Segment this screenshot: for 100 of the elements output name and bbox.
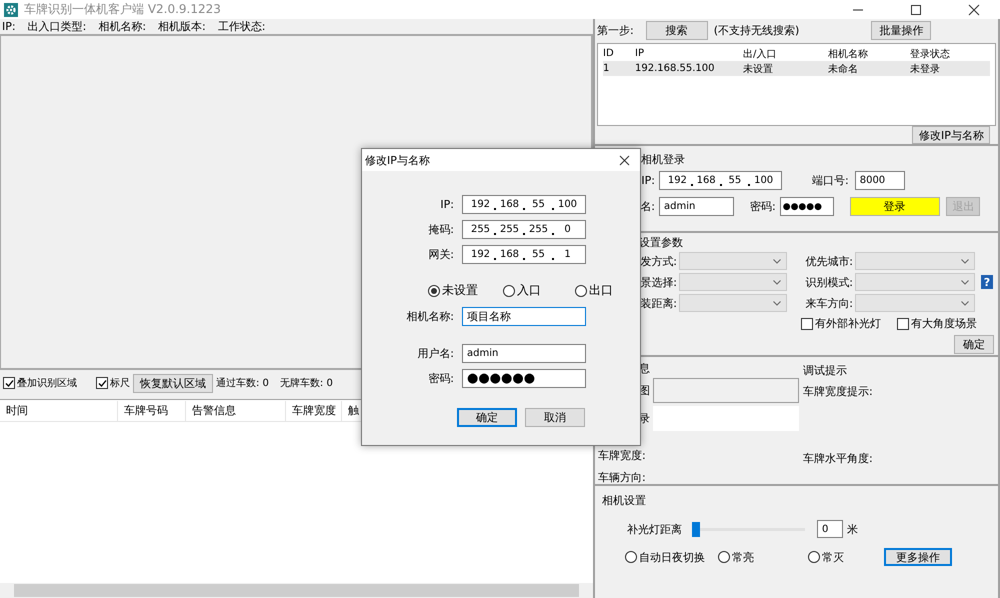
section-title: 相机设置 xyxy=(602,493,646,508)
info-label: 工作状态: xyxy=(218,19,266,34)
info-label: 相机版本: xyxy=(158,19,206,34)
unit-label: 米 xyxy=(847,522,858,536)
counter-label: 无牌车数: 0 xyxy=(280,376,333,390)
chevron-down-icon xyxy=(773,300,781,306)
dialog-title: 修改IP与名称 xyxy=(365,152,430,168)
info-label: IP: xyxy=(2,20,16,33)
field-label: 车辆方向: xyxy=(598,470,646,485)
more-actions-button[interactable]: 更多操作 xyxy=(884,548,952,566)
password-field[interactable]: ●●●●●● xyxy=(462,369,586,388)
column-header: 登录状态 xyxy=(910,48,951,60)
password-field[interactable]: ●●●●● xyxy=(780,197,834,216)
chevron-down-icon xyxy=(961,258,969,264)
column-header: IP xyxy=(635,48,645,59)
login-button[interactable]: 登录 xyxy=(850,197,940,216)
field-label: 用户名: xyxy=(416,346,454,361)
column-header: 出/入口 xyxy=(743,48,778,60)
ok-button[interactable]: 确定 xyxy=(457,408,517,427)
distance-field[interactable]: 0 xyxy=(817,520,843,538)
radio-button[interactable] xyxy=(808,551,820,563)
counter-label: 通过车数: 0 xyxy=(216,376,269,390)
chevron-down-icon xyxy=(961,300,969,306)
hint-label: 车牌水平角度: xyxy=(803,451,873,466)
radio-label: 自动日夜切换 xyxy=(639,550,705,564)
port-label: 端口号: xyxy=(812,173,849,188)
chevron-down-icon xyxy=(773,280,781,284)
field-label: 装距离: xyxy=(639,296,677,310)
radio-button[interactable] xyxy=(503,284,515,296)
restore-area-button[interactable]: 恢复默认区域 xyxy=(133,374,213,392)
search-button[interactable]: 搜索 xyxy=(646,21,708,40)
chevron-down-icon xyxy=(773,258,781,264)
slider-label: 补光灯距离 xyxy=(627,522,682,536)
ip-field[interactable]: 192 168 55 100 xyxy=(462,195,586,214)
radio-button[interactable] xyxy=(428,284,440,296)
field-label: 密码: xyxy=(427,371,454,386)
hint-label: 车牌宽度提示: xyxy=(803,384,873,399)
field-label: 来车方向: xyxy=(804,296,853,310)
radio-label: 常亮 xyxy=(732,550,754,564)
radio-label: 未设置 xyxy=(442,282,478,299)
slider-thumb[interactable] xyxy=(692,522,700,537)
scrollbar-thumb[interactable] xyxy=(14,584,579,597)
window-title: 车牌识别一体机客户端 V2.0.9.1223 xyxy=(24,1,222,18)
info-label: 相机名称: xyxy=(98,19,146,34)
maximize-icon[interactable] xyxy=(910,4,922,16)
username-field[interactable]: admin xyxy=(659,197,734,216)
column-header: ID xyxy=(603,48,615,59)
password-label: 密码: xyxy=(750,199,776,214)
ip-field[interactable]: 255 255 255 0 xyxy=(462,220,586,239)
field-label: 相机名称: xyxy=(405,309,454,324)
info-label: 出入口类型: xyxy=(28,19,86,34)
checkbox[interactable] xyxy=(3,377,15,389)
close-icon[interactable] xyxy=(619,154,630,166)
step-label: 第一步: xyxy=(597,23,634,38)
camera-name-field[interactable]: 项目名称 xyxy=(462,307,586,326)
radio-button[interactable] xyxy=(625,551,637,563)
checkbox-label: 有大角度场景 xyxy=(911,316,977,331)
chevron-down-icon xyxy=(961,280,969,284)
field-label: 掩码: xyxy=(427,222,454,237)
field-label: 网关: xyxy=(427,247,454,262)
radio-label: 入口 xyxy=(517,282,541,299)
field-label: 识别模式: xyxy=(804,274,853,290)
column-header: 相机名称 xyxy=(828,48,869,60)
confirm-button[interactable]: 确定 xyxy=(954,335,994,354)
section-title: 调试提示 xyxy=(803,363,847,378)
radio-label: 常灭 xyxy=(822,550,844,564)
radio-button[interactable] xyxy=(575,284,587,296)
radio-label: 出口 xyxy=(589,282,613,299)
note-text: (不支持无线搜索) xyxy=(714,23,800,38)
checkbox[interactable] xyxy=(801,318,813,330)
close-icon[interactable] xyxy=(968,4,980,16)
column-header: 时间 xyxy=(0,400,118,420)
column-header: 车牌宽度 xyxy=(286,400,342,420)
column-header: 告警信息 xyxy=(186,400,286,420)
field-label: 车牌宽度: xyxy=(598,448,646,463)
ip-field[interactable]: 192 168 55 100 xyxy=(659,171,782,190)
field-label: 发方式: xyxy=(639,254,677,268)
checkbox-label: 叠加识别区域 xyxy=(17,376,77,390)
username-label: 名: xyxy=(639,199,655,214)
field-label: 景选择: xyxy=(639,274,677,290)
cancel-button[interactable]: 取消 xyxy=(525,408,585,427)
batch-button[interactable]: 批量操作 xyxy=(871,21,932,40)
username-field[interactable]: admin xyxy=(462,344,586,363)
radio-button[interactable] xyxy=(718,551,730,563)
field-label: IP: xyxy=(439,198,454,211)
gear-icon xyxy=(4,2,18,16)
field-label: 优先城市: xyxy=(804,254,853,268)
slider-track[interactable] xyxy=(692,522,805,536)
edit-ip-button[interactable]: 修改IP与名称 xyxy=(912,126,990,144)
column-header: 车牌号码 xyxy=(118,400,186,420)
help-icon[interactable]: ? xyxy=(981,275,993,289)
port-field[interactable]: 8000 xyxy=(854,171,905,190)
section-title: 相机登录 xyxy=(641,152,685,167)
ip-field[interactable]: 192 168 55 1 xyxy=(462,245,586,264)
checkbox-label: 标尺 xyxy=(110,376,130,390)
table-row[interactable]: 1 192.168.55.100 未设置 未命名 未登录 xyxy=(603,61,990,76)
checkbox-label: 有外部补光灯 xyxy=(815,316,881,331)
checkbox[interactable] xyxy=(897,318,909,330)
ip-label: IP: xyxy=(640,174,655,187)
checkbox[interactable] xyxy=(96,377,108,389)
